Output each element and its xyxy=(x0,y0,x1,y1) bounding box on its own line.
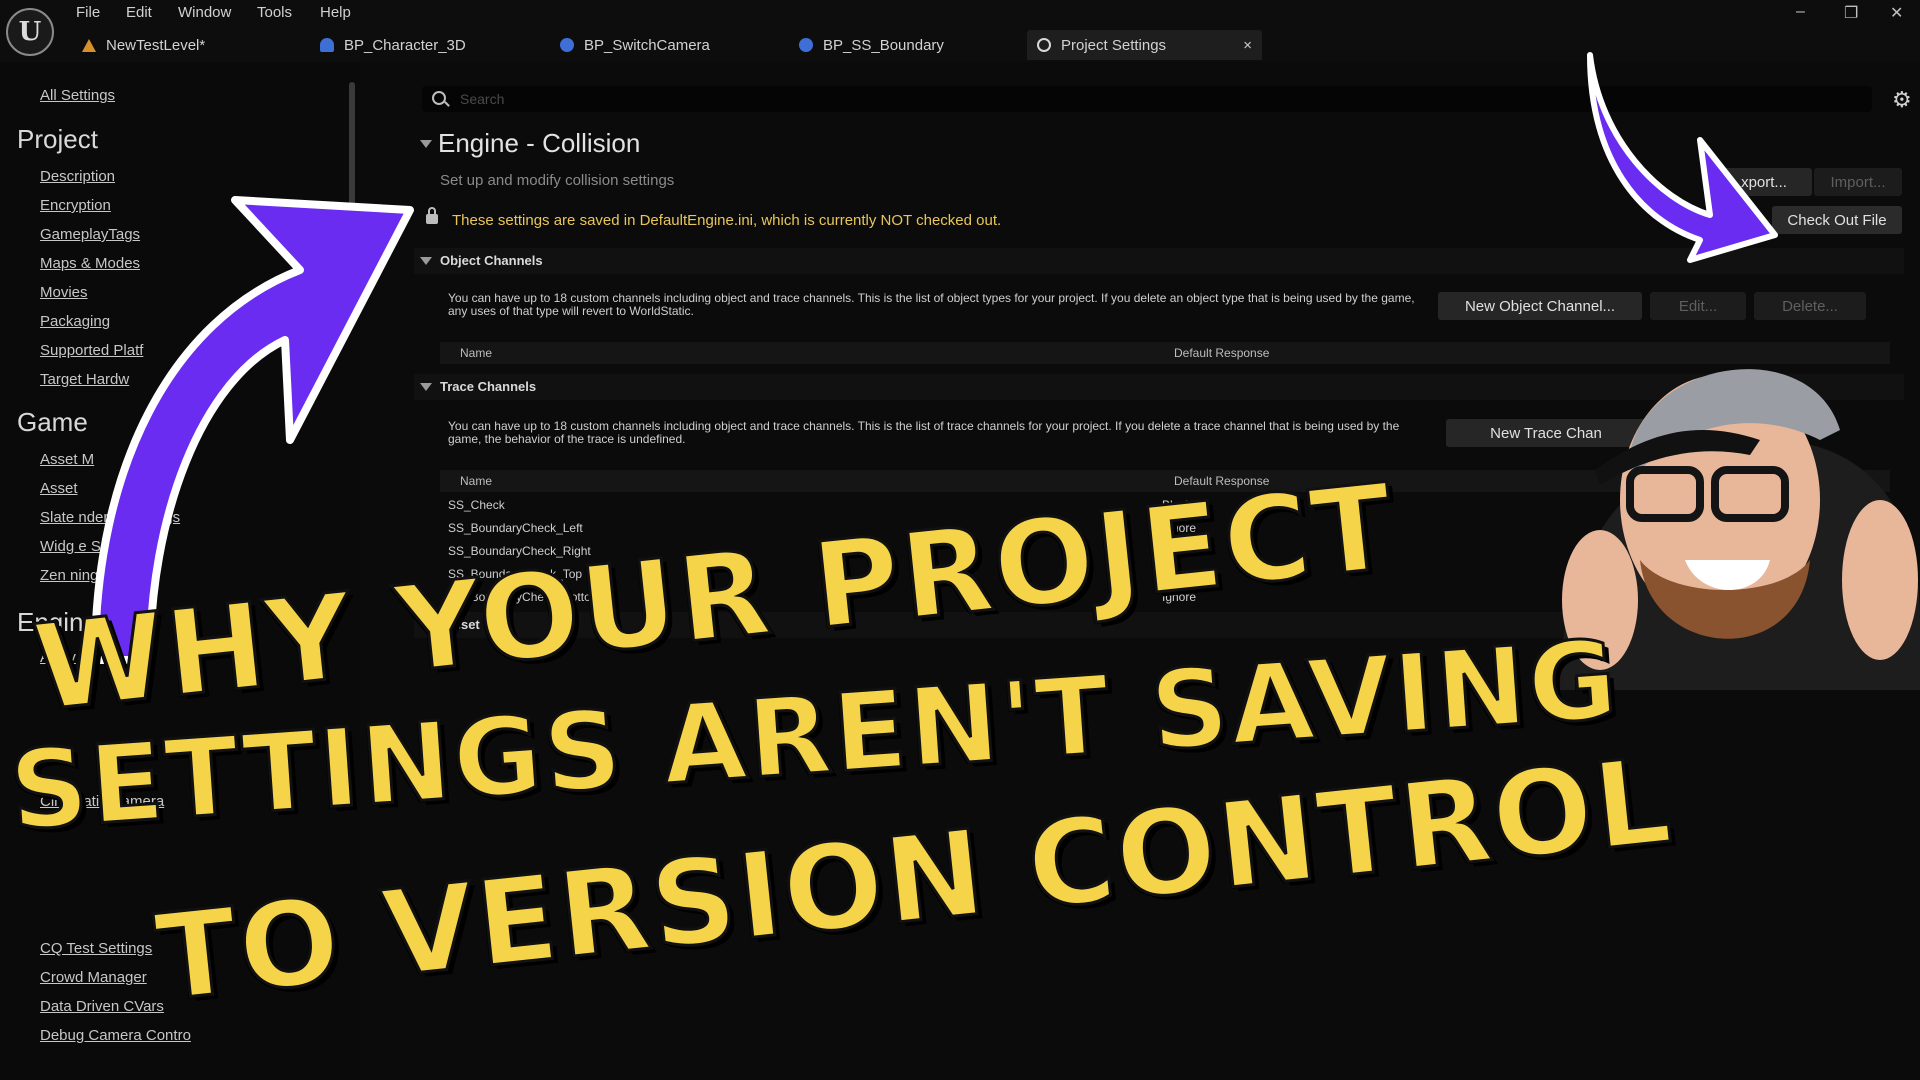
column-name: Name xyxy=(460,474,493,488)
search-icon xyxy=(432,91,446,105)
tab-project-settings[interactable]: Project Settings × xyxy=(1027,30,1262,60)
object-channels-description: You can have up to 18 custom channels in… xyxy=(448,291,1415,318)
blueprint-icon xyxy=(560,38,574,52)
tab-bp-ss-boundary[interactable]: BP_SS_Boundary xyxy=(789,30,954,60)
sidebar-item-supported-platforms[interactable]: Supported Platf xyxy=(40,342,143,359)
sidebar-item-maps-modes[interactable]: Maps & Modes xyxy=(40,255,140,272)
sidebar-item-gameplaytags[interactable]: GameplayTags xyxy=(40,226,140,243)
sidebar-item-target-hardware[interactable]: Target Hardw xyxy=(40,371,129,388)
tab-label: BP_SwitchCamera xyxy=(584,36,710,54)
level-icon xyxy=(82,38,96,52)
check-out-file-button[interactable]: Check Out File xyxy=(1772,206,1902,234)
tab-label: BP_SS_Boundary xyxy=(823,36,944,54)
delete-label: Delete... xyxy=(1782,297,1838,315)
menu-bar: File Edit Window Tools Help – ❐ ✕ xyxy=(0,0,1920,26)
minimize-icon[interactable]: – xyxy=(1796,3,1805,21)
close-window-icon[interactable]: ✕ xyxy=(1890,3,1903,23)
trace-channels-header[interactable]: Trace Channels xyxy=(414,374,1904,400)
sidebar-item-packaging[interactable]: Packaging xyxy=(40,313,110,330)
trace-channels-description: You can have up to 18 custom channels in… xyxy=(448,419,1400,446)
edit-object-channel-button[interactable]: Edit... xyxy=(1650,292,1746,320)
expand-caret-icon xyxy=(420,257,432,265)
edit-label: Edit... xyxy=(1678,297,1718,315)
sidebar-item-zen-streaming[interactable]: Zen ning xyxy=(40,567,98,584)
sidebar-all-settings[interactable]: All Settings xyxy=(40,87,115,104)
menu-edit[interactable]: Edit xyxy=(126,4,152,21)
sidebar-item-asset-tools[interactable]: Asset xyxy=(40,480,78,497)
search-placeholder: Search xyxy=(460,91,505,107)
trace-channels-label: Trace Channels xyxy=(440,379,537,394)
sidebar-item-description[interactable]: Description xyxy=(40,168,115,185)
delete-object-channel-button[interactable]: Delete... xyxy=(1754,292,1866,320)
row-name: SS_BoundaryCheck_Left xyxy=(448,521,583,535)
collapse-caret-icon[interactable] xyxy=(420,140,432,148)
export-button-label: xport... xyxy=(1741,173,1787,191)
tab-label: Project Settings xyxy=(1061,36,1167,54)
close-tab-icon[interactable]: × xyxy=(1243,37,1252,54)
sidebar-item-movies[interactable]: Movies xyxy=(40,284,88,301)
tab-bp-character[interactable]: BP_Character_3D xyxy=(310,30,476,60)
checkout-warning: These settings are saved in DefaultEngin… xyxy=(452,212,1002,229)
tab-level[interactable]: NewTestLevel* xyxy=(72,30,215,60)
table-row[interactable]: SS_BoundaryCheck_Left Ignore xyxy=(448,521,1196,535)
new-object-channel-label: New Object Channel... xyxy=(1464,297,1616,315)
section-title: Engine - Collision xyxy=(438,128,641,158)
gear-icon[interactable]: ⚙ xyxy=(1892,87,1912,113)
tab-bp-switchcamera[interactable]: BP_SwitchCamera xyxy=(550,30,720,60)
import-button-label: Import... xyxy=(1830,173,1886,191)
object-channels-label: Object Channels xyxy=(440,253,543,268)
table-row[interactable]: SS_Check Block xyxy=(448,498,1191,512)
expand-caret-icon xyxy=(420,383,432,391)
sidebar-scrollbar[interactable] xyxy=(349,82,355,292)
import-button[interactable]: Import... xyxy=(1814,168,1902,196)
blueprint-icon xyxy=(320,38,334,52)
menu-window[interactable]: Window xyxy=(178,4,231,21)
restore-icon[interactable]: ❐ xyxy=(1844,3,1858,23)
sidebar-item-encryption[interactable]: Encryption xyxy=(40,197,111,214)
tab-label: BP_Character_3D xyxy=(344,36,466,54)
new-trace-channel-label: New Trace Chan xyxy=(1490,424,1602,442)
menu-help[interactable]: Help xyxy=(320,4,351,21)
search-input[interactable]: Search xyxy=(422,86,1872,112)
menu-tools[interactable]: Tools xyxy=(257,4,292,21)
menu-file[interactable]: File xyxy=(76,4,100,21)
tab-label: NewTestLevel* xyxy=(106,36,206,54)
object-channels-table-header: Name Default Response xyxy=(440,342,1890,364)
unreal-logo-icon[interactable]: U xyxy=(6,8,54,56)
blueprint-icon xyxy=(799,38,813,52)
sidebar-item-asset-manager[interactable]: Asset M xyxy=(40,451,94,468)
sidebar-item-widget-settings[interactable]: Widg e Settings xyxy=(40,538,145,555)
column-default-response: Default Response xyxy=(1174,346,1270,360)
row-name: SS_Check xyxy=(448,498,505,512)
settings-tab-icon xyxy=(1037,38,1051,52)
section-subtitle: Set up and modify collision settings xyxy=(440,172,675,189)
thumbnail-headline: WHY YOUR PROJECT SETTINGS AREN'T SAVING … xyxy=(0,456,1920,1080)
sidebar-item-slate-renderer[interactable]: Slate nderer Settings xyxy=(40,509,180,526)
export-button[interactable]: xport... xyxy=(1716,168,1812,196)
column-name: Name xyxy=(460,346,493,360)
lock-icon xyxy=(426,207,438,224)
tab-bar: NewTestLevel* BP_Character_3D BP_SwitchC… xyxy=(0,26,1920,62)
new-trace-channel-button[interactable]: New Trace Chan xyxy=(1446,419,1646,447)
sidebar-heading-game: Game xyxy=(17,407,88,437)
object-channels-header[interactable]: Object Channels xyxy=(414,248,1904,274)
new-object-channel-button[interactable]: New Object Channel... xyxy=(1438,292,1642,320)
sidebar-heading-project: Project xyxy=(17,124,98,154)
check-out-button-label: Check Out File xyxy=(1787,211,1887,229)
